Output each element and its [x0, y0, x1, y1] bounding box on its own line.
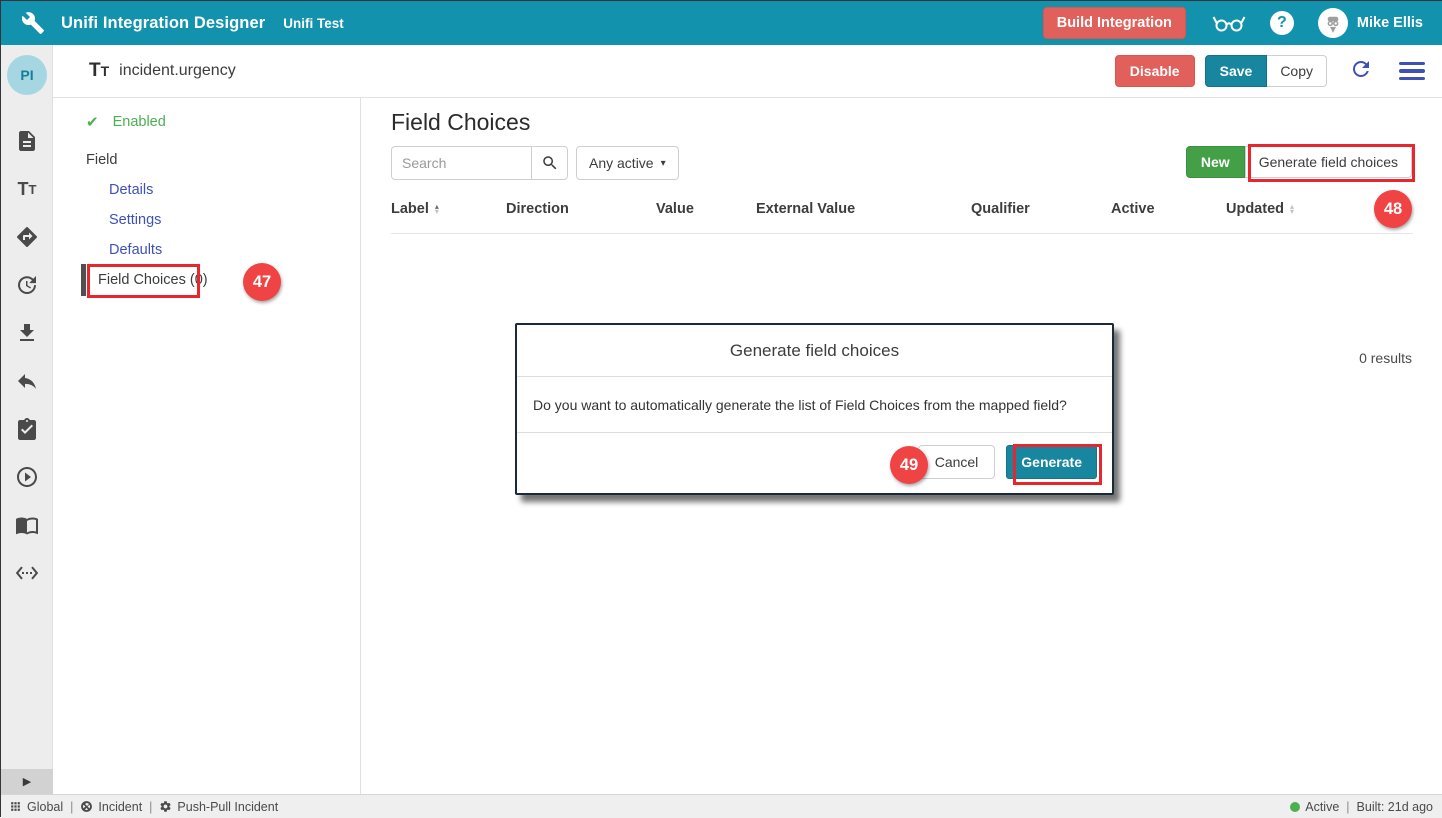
enabled-toggle[interactable]: ✔ Enabled [86, 113, 166, 131]
generate-field-choices-dialog: Generate field choices Do you want to au… [515, 323, 1114, 495]
text-fields-icon[interactable]: TT [1, 175, 53, 203]
disable-button[interactable]: Disable [1115, 55, 1195, 87]
column-header-external-value[interactable]: External Value [756, 201, 971, 217]
save-button[interactable]: Save [1205, 55, 1268, 87]
cancel-button[interactable]: Cancel [918, 445, 996, 479]
wrench-icon [21, 11, 45, 35]
enabled-label: Enabled [113, 114, 166, 130]
nav-section-field: Field [86, 152, 117, 168]
integration-avatar[interactable]: PI [7, 55, 47, 95]
record-actions: Disable Save Copy [1115, 55, 1425, 87]
column-header-direction[interactable]: Direction [506, 201, 656, 217]
top-app-bar: Unifi Integration Designer Unifi Test Bu… [1, 1, 1442, 45]
active-status-icon [1290, 802, 1300, 812]
download-icon[interactable] [1, 319, 53, 347]
play-icon[interactable] [1, 463, 53, 491]
history-icon[interactable] [1, 271, 53, 299]
new-button[interactable]: New [1186, 146, 1245, 178]
copy-button[interactable]: Copy [1267, 55, 1327, 87]
separator: | [149, 800, 152, 814]
results-count: 0 results [1359, 350, 1412, 366]
search-button[interactable] [531, 146, 568, 180]
field-type-icon: TT [89, 60, 109, 82]
field-choices-label: Field Choices (0) [92, 265, 214, 295]
status-bar-context: Global | Incident | Push-Pull Incident [9, 800, 278, 814]
generate-field-choices-button[interactable]: Generate field choices [1245, 146, 1412, 178]
nav-item-details[interactable]: Details [109, 182, 153, 198]
active-status-label: Active [1305, 800, 1339, 814]
column-header-updated[interactable]: Updated▴▾ [1226, 201, 1413, 217]
directions-icon[interactable] [1, 223, 53, 251]
icon-rail: TT ▶ [1, 45, 53, 794]
status-bar-build-info: Active | Built: 21d ago [1290, 800, 1433, 814]
list-actions: New Generate field choices [1186, 146, 1412, 178]
separator: | [70, 800, 73, 814]
chevron-down-icon: ▾ [661, 158, 666, 169]
column-header-label[interactable]: Label▴▾ [391, 201, 506, 217]
generate-button[interactable]: Generate [1006, 445, 1097, 479]
sort-icon: ▴▾ [435, 204, 439, 214]
code-icon[interactable] [1, 559, 53, 587]
dialog-title: Generate field choices [517, 325, 1112, 377]
table-label[interactable]: Incident [98, 800, 142, 814]
unifi-integration-designer-page: Unifi Integration Designer Unifi Test Bu… [1, 1, 1441, 816]
user-menu[interactable]: Mike Ellis [1318, 8, 1423, 38]
table-header-row: Label▴▾ Direction Value External Value Q… [391, 201, 1413, 234]
tasks-icon[interactable] [1, 415, 53, 443]
avatar-face-icon [1322, 12, 1344, 34]
menu-icon[interactable] [1399, 62, 1425, 80]
collapse-rail-button[interactable]: ▶ [1, 769, 53, 794]
dialog-body-text: Do you want to automatically generate th… [517, 377, 1112, 433]
help-icon[interactable]: ? [1270, 11, 1294, 35]
nav-item-field-choices[interactable]: Field Choices (0) [81, 264, 214, 296]
dialog-footer: Cancel Generate [517, 433, 1112, 491]
search-icon [541, 154, 559, 172]
column-header-value[interactable]: Value [656, 201, 756, 217]
search-toolbar: Any active▾ [391, 146, 679, 180]
page-title: Field Choices [391, 109, 530, 136]
record-header: TT incident.urgency Disable Save Copy [53, 45, 1442, 98]
built-label: Built: 21d ago [1357, 800, 1433, 814]
integration-label[interactable]: Push-Pull Incident [177, 800, 278, 814]
refresh-icon[interactable] [1349, 57, 1373, 86]
column-header-active[interactable]: Active [1111, 201, 1226, 217]
undo-icon[interactable] [1, 367, 53, 395]
document-icon[interactable] [1, 127, 53, 155]
sort-icon: ▴▾ [1290, 204, 1294, 214]
active-filter-dropdown[interactable]: Any active▾ [576, 146, 679, 180]
scope-label[interactable]: Global [27, 800, 63, 814]
workspace-name: Unifi Test [283, 16, 344, 31]
nav-item-defaults[interactable]: Defaults [109, 242, 162, 258]
search-input[interactable] [391, 146, 531, 180]
user-name: Mike Ellis [1357, 15, 1423, 31]
build-integration-button[interactable]: Build Integration [1043, 7, 1186, 39]
gear-icon [159, 800, 172, 813]
record-title: incident.urgency [119, 62, 236, 80]
table-icon [80, 800, 93, 813]
record-nav-panel: ✔ Enabled Field Details Settings Default… [53, 98, 361, 794]
preview-glasses-icon[interactable] [1212, 11, 1246, 35]
status-bar: Global | Incident | Push-Pull Incident A… [1, 794, 1442, 818]
documentation-icon[interactable] [1, 511, 53, 539]
grid-icon [9, 800, 22, 813]
nav-item-settings[interactable]: Settings [109, 212, 161, 228]
app-title: Unifi Integration Designer [61, 14, 265, 33]
separator: | [1346, 800, 1349, 814]
check-icon: ✔ [86, 113, 99, 131]
user-avatar [1318, 8, 1348, 38]
column-header-qualifier[interactable]: Qualifier [971, 201, 1111, 217]
active-indicator-bar [81, 264, 86, 296]
